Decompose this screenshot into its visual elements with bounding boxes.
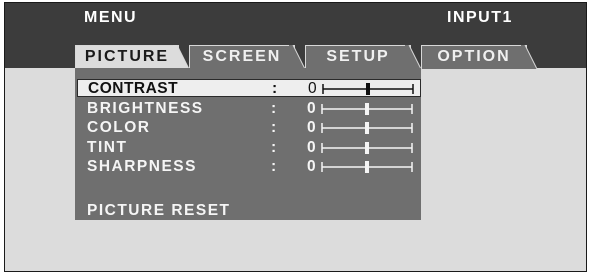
contrast-colon: :	[272, 80, 279, 97]
sharpness-label: SHARPNESS	[87, 158, 197, 175]
brightness-slider[interactable]	[321, 103, 413, 115]
tab-setup[interactable]: SETUP	[305, 45, 411, 69]
contrast-slider[interactable]	[322, 83, 414, 95]
brightness-value: 0	[307, 100, 318, 117]
menu-item-contrast[interactable]: CONTRAST : 0	[77, 79, 421, 97]
tint-label: TINT	[87, 139, 128, 156]
tab-screen[interactable]: SCREEN	[189, 45, 295, 69]
brightness-label: BRIGHTNESS	[87, 100, 204, 117]
tab-setup-label: SETUP	[326, 48, 390, 65]
osd-menu-window: MENU INPUT1 PICTURE SCREEN SETUP OPTION	[4, 2, 587, 272]
tint-slider[interactable]	[321, 142, 413, 154]
sharpness-colon: :	[271, 158, 278, 175]
tab-picture[interactable]: PICTURE	[75, 45, 179, 69]
color-colon: :	[271, 119, 278, 136]
tab-option-edge	[521, 45, 537, 69]
contrast-value: 0	[308, 80, 319, 97]
menu-item-tint[interactable]: TINT : 0	[75, 139, 421, 157]
tab-setup-edge	[405, 45, 421, 69]
picture-settings-panel: CONTRAST : 0 BRIGHTNESS : 0 COLOR : 0 TI…	[75, 68, 421, 220]
brightness-colon: :	[271, 100, 278, 117]
picture-reset-item[interactable]: PICTURE RESET	[87, 202, 231, 220]
menu-item-sharpness[interactable]: SHARPNESS : 0	[75, 158, 421, 176]
brightness-slider-thumb	[365, 103, 369, 115]
sharpness-value: 0	[307, 158, 318, 175]
contrast-label: CONTRAST	[88, 80, 179, 97]
tint-value: 0	[307, 139, 318, 156]
tint-colon: :	[271, 139, 278, 156]
color-slider-thumb	[365, 122, 369, 134]
color-label: COLOR	[87, 119, 151, 136]
menu-header-bar: MENU INPUT1 PICTURE SCREEN SETUP OPTION	[5, 3, 586, 69]
input-source-label: INPUT1	[447, 9, 513, 26]
tab-screen-edge	[289, 45, 305, 69]
tint-slider-thumb	[365, 142, 369, 154]
tab-option[interactable]: OPTION	[421, 45, 527, 69]
menu-item-brightness[interactable]: BRIGHTNESS : 0	[75, 100, 421, 118]
tab-option-label: OPTION	[437, 48, 511, 65]
menu-item-color[interactable]: COLOR : 0	[75, 119, 421, 137]
tab-picture-label: PICTURE	[84, 48, 170, 65]
contrast-slider-thumb	[366, 83, 370, 95]
sharpness-slider-thumb	[365, 161, 369, 173]
sharpness-slider[interactable]	[321, 161, 413, 173]
tab-screen-label: SCREEN	[202, 48, 282, 65]
menu-title: MENU	[84, 9, 138, 26]
color-slider[interactable]	[321, 122, 413, 134]
tab-picture-edge	[173, 45, 189, 69]
color-value: 0	[307, 119, 318, 136]
